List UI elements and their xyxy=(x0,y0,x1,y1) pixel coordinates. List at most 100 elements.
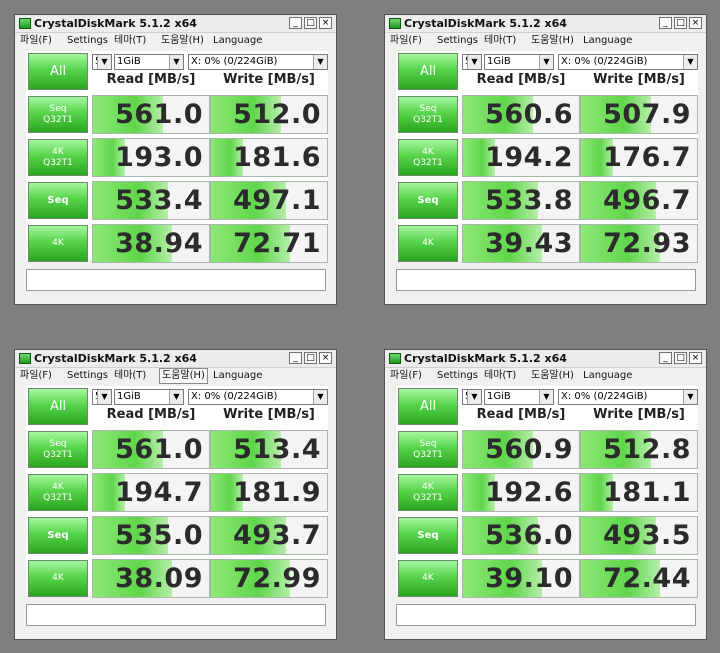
drive-select[interactable]: X: 0% (0/224GiB) ▼ xyxy=(558,389,698,405)
count-select[interactable]: 5▼ xyxy=(92,54,112,70)
menu-item[interactable]: 파일(F) xyxy=(388,369,424,383)
chevron-down-icon[interactable]: ▼ xyxy=(683,390,697,404)
drive-select[interactable]: X: 0% (0/224GiB) ▼ xyxy=(188,389,328,405)
title-bar[interactable]: CrystalDiskMark 5.1.2 x64 _ □ × xyxy=(385,15,706,33)
test-button-seq-q32t1[interactable]: Seq Q32T1 xyxy=(398,96,458,133)
maximize-button[interactable]: □ xyxy=(674,17,687,29)
menu-item[interactable]: Settings xyxy=(435,34,480,48)
chevron-down-icon[interactable]: ▼ xyxy=(169,55,183,69)
comment-field[interactable] xyxy=(396,269,696,291)
close-button[interactable]: × xyxy=(689,352,702,364)
menu-item[interactable]: Settings xyxy=(65,34,110,48)
all-button[interactable]: All xyxy=(28,388,88,425)
chevron-down-icon[interactable]: ▼ xyxy=(169,390,183,404)
maximize-button[interactable]: □ xyxy=(674,352,687,364)
minimize-button[interactable]: _ xyxy=(289,17,302,29)
comment-field[interactable] xyxy=(396,604,696,626)
test-button-seq-q32t1[interactable]: Seq Q32T1 xyxy=(398,431,458,468)
size-select[interactable]: 1GiB ▼ xyxy=(114,54,184,70)
menu-item[interactable]: 도움말(H) xyxy=(159,368,208,384)
write-header: Write [MB/s] xyxy=(223,407,315,422)
chevron-down-icon[interactable]: ▼ xyxy=(683,55,697,69)
test-button-4k-q32t1[interactable]: 4K Q32T1 xyxy=(398,139,458,176)
size-select[interactable]: 1GiB ▼ xyxy=(484,54,554,70)
test-button-seq-q32t1[interactable]: Seq Q32T1 xyxy=(28,431,88,468)
write-result-value: 176.7 xyxy=(603,142,691,173)
test-button-seq[interactable]: Seq xyxy=(28,182,88,219)
test-label-line1: 4K xyxy=(52,481,64,492)
count-select[interactable]: 5▼ xyxy=(92,389,112,405)
comment-field[interactable] xyxy=(26,269,326,291)
test-button-4k[interactable]: 4K xyxy=(398,560,458,597)
test-label-line1: 4K xyxy=(52,146,64,157)
menu-item[interactable]: 도움말(H) xyxy=(529,369,576,383)
title-bar[interactable]: CrystalDiskMark 5.1.2 x64 _ □ × xyxy=(385,350,706,368)
chevron-down-icon[interactable]: ▼ xyxy=(97,390,111,404)
read-header: Read [MB/s] xyxy=(476,407,566,422)
menu-item[interactable]: Language xyxy=(211,34,264,48)
app-icon xyxy=(389,18,401,29)
menu-item[interactable]: 테마(T) xyxy=(112,34,148,48)
menu-item[interactable]: 파일(F) xyxy=(18,369,54,383)
maximize-button[interactable]: □ xyxy=(304,17,317,29)
chevron-down-icon[interactable]: ▼ xyxy=(467,390,481,404)
chevron-down-icon[interactable]: ▼ xyxy=(539,55,553,69)
chevron-down-icon[interactable]: ▼ xyxy=(97,55,111,69)
close-button[interactable]: × xyxy=(319,17,332,29)
chevron-down-icon[interactable]: ▼ xyxy=(467,55,481,69)
read-result-value: 536.0 xyxy=(485,520,573,551)
drive-select[interactable]: X: 0% (0/224GiB) ▼ xyxy=(558,54,698,70)
minimize-button[interactable]: _ xyxy=(289,352,302,364)
all-button[interactable]: All xyxy=(398,388,458,425)
window-controls: _ □ × xyxy=(289,352,332,364)
window-title: CrystalDiskMark 5.1.2 x64 xyxy=(34,17,197,30)
menu-item[interactable]: 도움말(H) xyxy=(159,34,206,48)
read-result-value: 39.10 xyxy=(485,563,573,594)
menu-item[interactable]: 테마(T) xyxy=(482,34,518,48)
chevron-down-icon[interactable]: ▼ xyxy=(539,390,553,404)
test-button-4k-q32t1[interactable]: 4K Q32T1 xyxy=(28,474,88,511)
app-icon xyxy=(19,353,31,364)
minimize-button[interactable]: _ xyxy=(659,17,672,29)
close-button[interactable]: × xyxy=(319,352,332,364)
drive-select[interactable]: X: 0% (0/224GiB) ▼ xyxy=(188,54,328,70)
test-label-line1: 4K xyxy=(52,573,64,583)
all-button[interactable]: All xyxy=(398,53,458,90)
title-bar[interactable]: CrystalDiskMark 5.1.2 x64 _ □ × xyxy=(15,350,336,368)
menu-item[interactable]: Language xyxy=(211,369,264,383)
test-button-seq[interactable]: Seq xyxy=(398,182,458,219)
test-button-4k[interactable]: 4K xyxy=(28,560,88,597)
menu-item[interactable]: 파일(F) xyxy=(388,34,424,48)
chevron-down-icon[interactable]: ▼ xyxy=(313,55,327,69)
write-result-4k-q32t1: 181.1 xyxy=(580,473,698,512)
test-button-4k-q32t1[interactable]: 4K Q32T1 xyxy=(28,139,88,176)
test-button-seq[interactable]: Seq xyxy=(28,517,88,554)
menu-item[interactable]: 테마(T) xyxy=(482,369,518,383)
menu-item[interactable]: 파일(F) xyxy=(18,34,54,48)
test-button-4k[interactable]: 4K xyxy=(398,225,458,262)
test-button-seq-q32t1[interactable]: Seq Q32T1 xyxy=(28,96,88,133)
minimize-button[interactable]: _ xyxy=(659,352,672,364)
test-button-4k[interactable]: 4K xyxy=(28,225,88,262)
all-button[interactable]: All xyxy=(28,53,88,90)
count-select[interactable]: 5▼ xyxy=(462,389,482,405)
size-select[interactable]: 1GiB ▼ xyxy=(114,389,184,405)
drive-select-value: X: 0% (0/224GiB) xyxy=(561,391,648,402)
menu-item[interactable]: Settings xyxy=(435,369,480,383)
comment-field[interactable] xyxy=(26,604,326,626)
test-button-seq[interactable]: Seq xyxy=(398,517,458,554)
read-result-4k-q32t1: 194.2 xyxy=(462,138,580,177)
menu-item[interactable]: Language xyxy=(581,369,634,383)
title-bar[interactable]: CrystalDiskMark 5.1.2 x64 _ □ × xyxy=(15,15,336,33)
menu-item[interactable]: 도움말(H) xyxy=(529,34,576,48)
menu-item[interactable]: Language xyxy=(581,34,634,48)
maximize-button[interactable]: □ xyxy=(304,352,317,364)
menu-item[interactable]: 테마(T) xyxy=(112,369,148,383)
size-select[interactable]: 1GiB ▼ xyxy=(484,389,554,405)
test-button-4k-q32t1[interactable]: 4K Q32T1 xyxy=(398,474,458,511)
menu-item[interactable]: Settings xyxy=(65,369,110,383)
chevron-down-icon[interactable]: ▼ xyxy=(313,390,327,404)
close-button[interactable]: × xyxy=(689,17,702,29)
test-label-line1: 4K xyxy=(422,481,434,492)
count-select[interactable]: 5▼ xyxy=(462,54,482,70)
